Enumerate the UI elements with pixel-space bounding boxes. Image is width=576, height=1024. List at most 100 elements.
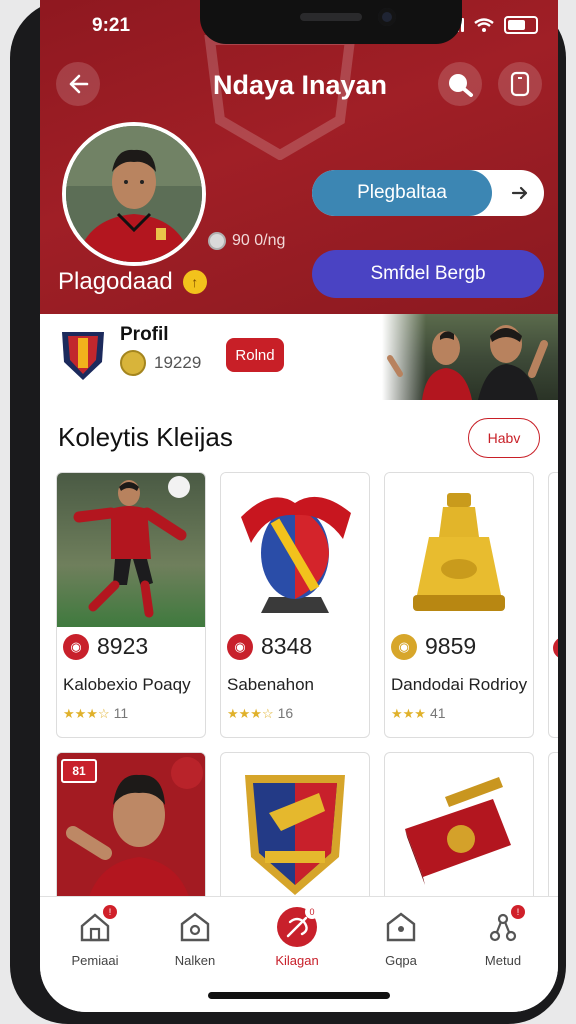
- app-screen: 9:21 Ndaya Inayan Plagodaad ↑ 90 0/ng Pl…: [40, 0, 558, 1012]
- red-book-icon: [405, 777, 511, 885]
- notification-dot: !: [511, 905, 525, 919]
- avatar[interactable]: [62, 122, 206, 266]
- club-shield-icon: [245, 775, 345, 895]
- game-icon: [381, 907, 421, 947]
- arrow-right-icon: [511, 186, 528, 200]
- card-rating-count: 16: [277, 705, 294, 721]
- username: Plagodaad: [58, 268, 173, 295]
- card-name: Dandodai Rodrioy: [391, 675, 528, 694]
- coin-icon: [208, 232, 226, 250]
- page-title: Ndaya Inayan: [212, 70, 388, 100]
- network-icon: !: [483, 905, 525, 947]
- card-image: [57, 473, 205, 627]
- verified-badge-icon: ↑: [182, 270, 207, 294]
- collection-card[interactable]: ◉ 8348 Sabenahon ★★★☆ 16: [220, 472, 370, 738]
- tab-label: Gqpa: [385, 953, 417, 968]
- collection-card-peek[interactable]: [548, 472, 558, 738]
- card-rating: ★★★☆ 11: [63, 705, 128, 722]
- collection-card[interactable]: [220, 752, 370, 914]
- wifi-icon: [474, 18, 494, 32]
- card-price: 8923: [97, 633, 149, 659]
- back-button[interactable]: [56, 62, 100, 106]
- collection-card-peek[interactable]: [548, 752, 558, 914]
- notification-dot: !: [103, 905, 117, 919]
- medal-icon: [120, 350, 146, 376]
- primary-action-fill: Plegbaltaa: [312, 170, 492, 216]
- home-indicator: [208, 992, 390, 999]
- tab-games[interactable]: Gqpa: [356, 907, 446, 968]
- player-portrait: [66, 126, 202, 262]
- card-image: [385, 473, 533, 627]
- card-rating-count: 41: [429, 705, 446, 721]
- coin-icon: ◉: [63, 633, 89, 660]
- collection-card[interactable]: ◉ 9859 Dandodai Rodrioy ★★★ 41: [384, 472, 534, 738]
- golden-bell-icon: [413, 493, 505, 611]
- star-icons: ★★★: [391, 706, 426, 721]
- tab-shop[interactable]: Nalken: [150, 907, 240, 968]
- card-name: Kalobexio Poaqy: [63, 675, 191, 694]
- speaker: [300, 13, 362, 21]
- phone-icon: [510, 71, 530, 97]
- phone-frame: 9:21 Ndaya Inayan Plagodaad ↑ 90 0/ng Pl…: [10, 0, 566, 1024]
- profile-count: 19229: [154, 353, 202, 372]
- username-row: Plagodaad ↑: [58, 268, 207, 296]
- players-illustration: [387, 325, 548, 400]
- search-button[interactable]: [438, 62, 482, 106]
- arrow-left-icon: [69, 74, 89, 94]
- card-image: [221, 473, 369, 627]
- tab-collection[interactable]: 0 Kilagan: [252, 905, 342, 968]
- card-name: Sabenahon: [227, 675, 314, 694]
- coin-icon: ◉: [391, 633, 417, 660]
- card-price-row: ◉ 8348: [227, 633, 312, 660]
- card-rating: ★★★☆ 16: [227, 705, 293, 722]
- stat-value: 90 0/ng: [232, 232, 286, 249]
- status-time: 9:21: [92, 15, 131, 36]
- notch: [200, 0, 462, 44]
- club-crest-icon: [62, 332, 104, 380]
- card-price-row: ◉ 9859: [391, 633, 476, 660]
- coin-icon: ◉: [227, 633, 253, 660]
- store-icon: [175, 907, 215, 947]
- star-icons: ★★★☆: [63, 706, 110, 721]
- collection-card[interactable]: 81: [56, 752, 206, 914]
- collection-card[interactable]: [384, 752, 534, 914]
- camera: [378, 8, 396, 26]
- card-price-row: ◉ 8923: [63, 633, 148, 660]
- trophy-ornament-icon: [241, 496, 351, 613]
- tab-label: Metud: [484, 953, 522, 968]
- share-button[interactable]: [498, 62, 542, 106]
- round-badge-button[interactable]: Rolnd: [226, 338, 284, 372]
- tab-label: Pemiaai: [71, 953, 119, 968]
- search-icon: [449, 74, 473, 97]
- profile-strip: Profil 19229 Rolnd: [40, 314, 558, 400]
- secondary-action-button[interactable]: Smfdel Bergb: [312, 250, 544, 298]
- secondary-action-label: Smfdel Bergb: [370, 263, 486, 284]
- card-price: 9859: [425, 633, 477, 659]
- tab-label: Nalken: [174, 953, 216, 968]
- collection-section: Koleytis Kleijas Habv ◉ 8923 Kalobexio P…: [40, 400, 558, 914]
- profile-count-row: 19229: [120, 350, 201, 376]
- collection-title: Koleytis Kleijas: [58, 422, 233, 452]
- primary-action-label: Plegbaltaa: [357, 182, 447, 203]
- battery-icon: [504, 16, 538, 34]
- notification-dot: 0: [305, 905, 319, 919]
- tab-label: Kilagan: [275, 953, 319, 968]
- profile-label: Profil: [120, 324, 169, 345]
- tab-menu[interactable]: ! Metud: [458, 905, 548, 968]
- card-rating: ★★★ 41: [391, 705, 446, 722]
- star-icons: ★★★☆: [227, 706, 274, 721]
- players-banner-image: [382, 314, 558, 400]
- view-all-button[interactable]: Habv: [468, 418, 540, 458]
- card-rating-count: 11: [113, 705, 129, 721]
- card-number-badge: 81: [61, 759, 97, 783]
- tab-home[interactable]: ! Pemiaai: [50, 905, 140, 968]
- footballer-image: [73, 476, 190, 618]
- card-price: 8348: [261, 633, 313, 659]
- collection-active-icon: 0: [277, 905, 319, 947]
- coin-icon: [553, 637, 558, 659]
- home-icon: !: [75, 905, 117, 947]
- collection-card[interactable]: ◉ 8923 Kalobexio Poaqy ★★★☆ 11: [56, 472, 206, 738]
- stat-row: 90 0/ng: [208, 232, 285, 250]
- profile-header: 9:21 Ndaya Inayan Plagodaad ↑ 90 0/ng Pl…: [40, 0, 558, 314]
- primary-action-button[interactable]: Plegbaltaa: [312, 170, 544, 216]
